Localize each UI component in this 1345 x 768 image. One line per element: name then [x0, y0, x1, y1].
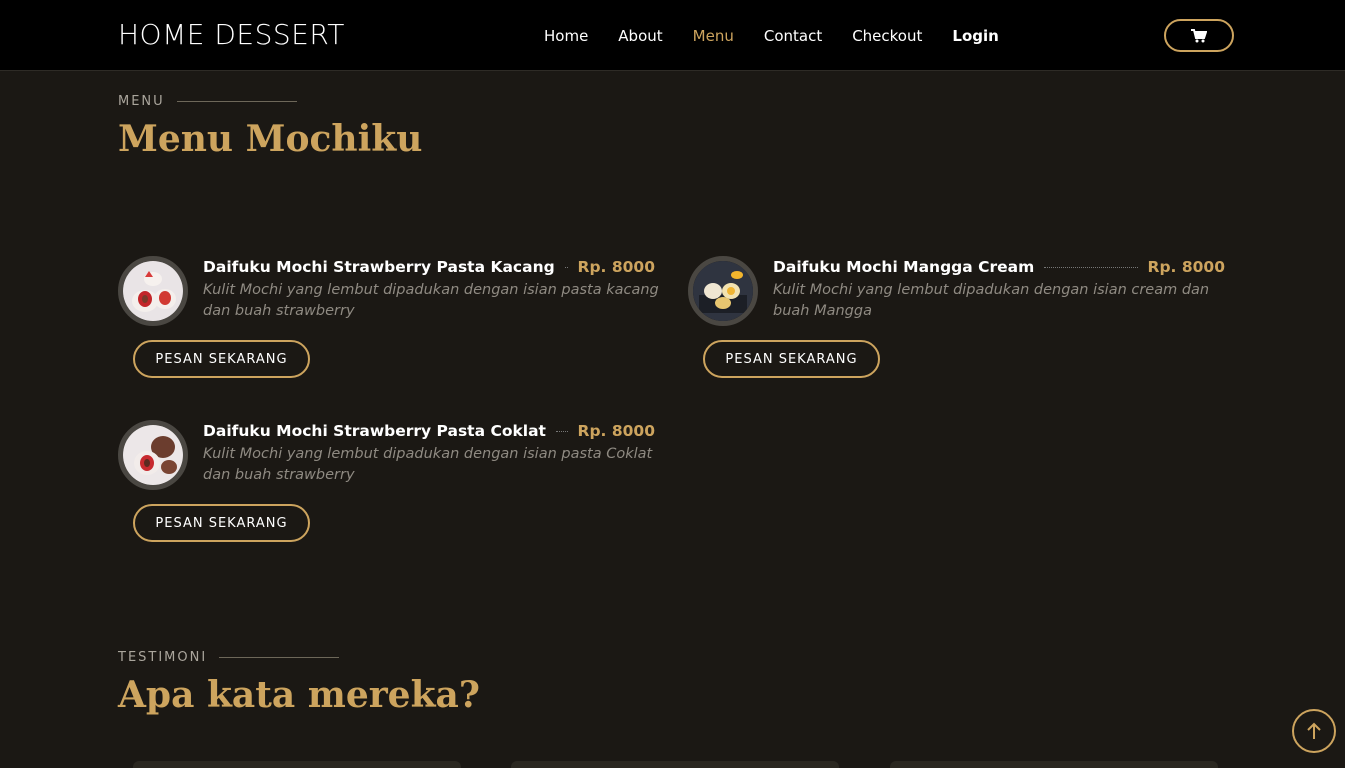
order-now-button[interactable]: PESAN SEKARANG: [133, 504, 310, 542]
nav-contact[interactable]: Contact: [764, 27, 822, 45]
testimonial-section-tag: TESTIMONI: [118, 650, 340, 665]
menu-item-name: Daifuku Mochi Mangga Cream: [773, 258, 1035, 276]
navbar: HOME DESSERT Home About Menu Contact Che…: [0, 0, 1345, 71]
order-now-button[interactable]: PESAN SEKARANG: [133, 340, 310, 378]
menu-item: Daifuku Mochi Strawberry Pasta Kacang Rp…: [118, 256, 659, 386]
menu-item-header: Daifuku Mochi Strawberry Pasta Kacang Rp…: [203, 258, 655, 276]
dotted-leader: [555, 430, 568, 432]
testimonial-card: [890, 761, 1218, 768]
dotted-leader: [564, 266, 568, 268]
menu-item-header: Daifuku Mochi Mangga Cream Rp. 8000: [773, 258, 1225, 276]
menu-section-title: Menu Mochiku: [118, 118, 423, 160]
menu-item: Daifuku Mochi Mangga Cream Rp. 8000 Kuli…: [688, 256, 1228, 386]
menu-item-description: Kulit Mochi yang lembut dipadukan dengan…: [773, 282, 1210, 319]
dotted-leader: [1044, 266, 1138, 268]
menu-section-tag: MENU: [118, 94, 297, 109]
menu-item-image: [118, 420, 188, 490]
testimonial-card: [511, 761, 839, 768]
nav-checkout[interactable]: Checkout: [852, 27, 922, 45]
cart-icon: [1191, 28, 1207, 42]
menu-item-price: Rp. 8000: [577, 422, 655, 440]
testimonial-tag-label: TESTIMONI: [118, 650, 208, 665]
menu-item-name: Daifuku Mochi Strawberry Pasta Kacang: [203, 258, 555, 276]
cart-button[interactable]: [1164, 19, 1234, 52]
menu-item-price: Rp. 8000: [577, 258, 655, 276]
menu-item-name: Daifuku Mochi Strawberry Pasta Coklat: [203, 422, 546, 440]
menu-item-image: [688, 256, 758, 326]
nav-login[interactable]: Login: [952, 27, 998, 45]
menu-item-description: Kulit Mochi yang lembut dipadukan dengan…: [203, 446, 653, 483]
divider: [219, 657, 340, 658]
divider: [176, 101, 297, 102]
menu-item: Daifuku Mochi Strawberry Pasta Coklat Rp…: [118, 420, 658, 550]
menu-item-header: Daifuku Mochi Strawberry Pasta Coklat Rp…: [203, 422, 655, 440]
menu-item-image: [118, 256, 188, 326]
menu-item-description: Kulit Mochi yang lembut dipadukan dengan…: [203, 282, 659, 319]
main-nav: Home About Menu Contact Checkout Login: [544, 27, 1029, 45]
testimonial-section-title: Apa kata mereka?: [118, 674, 480, 716]
testimonial-card: [133, 761, 461, 768]
menu-item-price: Rp. 8000: [1147, 258, 1225, 276]
nav-about[interactable]: About: [618, 27, 662, 45]
nav-menu[interactable]: Menu: [693, 27, 734, 45]
nav-home[interactable]: Home: [544, 27, 588, 45]
menu-tag-label: MENU: [118, 94, 165, 109]
scroll-top-button[interactable]: [1292, 709, 1336, 753]
brand-logo[interactable]: HOME DESSERT: [118, 18, 345, 51]
order-now-button[interactable]: PESAN SEKARANG: [703, 340, 880, 378]
arrow-up-icon: [1307, 722, 1321, 739]
